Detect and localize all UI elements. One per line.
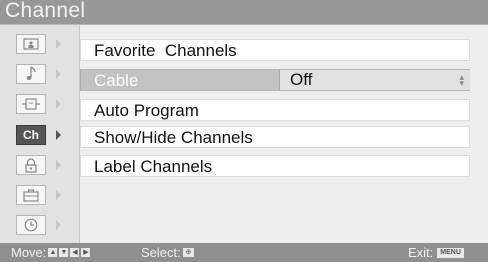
chevron-right-icon <box>56 160 61 170</box>
channel-icon: Ch <box>16 125 46 145</box>
arrow-left-icon: ◀ <box>70 248 80 257</box>
menu-item-label-channels[interactable]: Label Channels <box>80 155 470 177</box>
category-sidebar: Ch <box>0 25 80 243</box>
select-hint: Select: ⊕ <box>141 245 194 260</box>
menu-item-show-hide-channels[interactable]: Show/Hide Channels <box>80 126 470 148</box>
lock-icon <box>16 155 46 175</box>
move-label: Move: <box>11 245 47 260</box>
sidebar-item-picture[interactable] <box>10 34 68 54</box>
channel-menu-screen: Channel Ch Favorite Channels Cable Off ▴… <box>0 0 488 262</box>
move-hint: Move: ▲ ▼ ◀ ▶ <box>11 245 91 260</box>
sidebar-item-timer[interactable] <box>10 215 68 235</box>
sidebar-item-parental-lock[interactable] <box>10 155 68 175</box>
select-label: Select: <box>141 245 181 260</box>
arrow-right-icon: ▶ <box>81 248 91 257</box>
arrow-up-icon: ▲ <box>48 248 58 257</box>
enter-key-icon: ⊕ <box>182 248 194 257</box>
chevron-right-icon <box>56 220 61 230</box>
chevron-right-icon <box>56 69 61 79</box>
chevron-right-icon <box>56 130 61 140</box>
music-note-icon <box>16 64 46 84</box>
sidebar-item-channel[interactable]: Ch <box>10 125 68 145</box>
exit-label: Exit: <box>408 245 434 260</box>
up-down-arrows-icon: ▴ ▾ <box>459 72 464 88</box>
sidebar-item-sound[interactable] <box>10 64 68 84</box>
picture-icon <box>16 34 46 54</box>
chevron-right-icon <box>56 39 61 49</box>
exit-hint: Exit: MENU <box>408 245 464 260</box>
chevron-right-icon <box>56 190 61 200</box>
menu-item-label: Auto Program <box>94 101 199 120</box>
toolbox-icon <box>16 185 46 205</box>
title-bar: Channel <box>0 0 488 25</box>
menu-item-label: Favorite Channels <box>94 41 237 60</box>
chevron-right-icon <box>56 99 61 109</box>
menu-item-label: Label Channels <box>94 157 213 176</box>
channel-settings-list: Favorite Channels Cable Off ▴ ▾ Auto Prog… <box>80 25 488 243</box>
menu-item-favorite-channels[interactable]: Favorite Channels <box>80 39 470 61</box>
menu-item-auto-program[interactable]: Auto Program <box>80 99 470 121</box>
sidebar-item-setup[interactable] <box>10 185 68 205</box>
sidebar-item-screen[interactable] <box>10 94 68 114</box>
cable-value: Off <box>290 70 313 89</box>
arrow-down-icon: ▼ <box>59 248 69 257</box>
help-bar: Move: ▲ ▼ ◀ ▶ Select: ⊕ Exit: MENU <box>0 243 488 262</box>
clock-icon <box>16 215 46 235</box>
screen-icon <box>16 94 46 114</box>
cable-value-selector[interactable]: Off ▴ ▾ <box>279 70 470 90</box>
menu-title: Channel <box>5 0 86 22</box>
menu-key-icon: MENU <box>437 247 464 258</box>
menu-item-label: Cable <box>94 71 139 90</box>
menu-item-label: Show/Hide Channels <box>94 128 253 147</box>
menu-item-cable[interactable]: Cable Off ▴ ▾ <box>80 69 470 91</box>
